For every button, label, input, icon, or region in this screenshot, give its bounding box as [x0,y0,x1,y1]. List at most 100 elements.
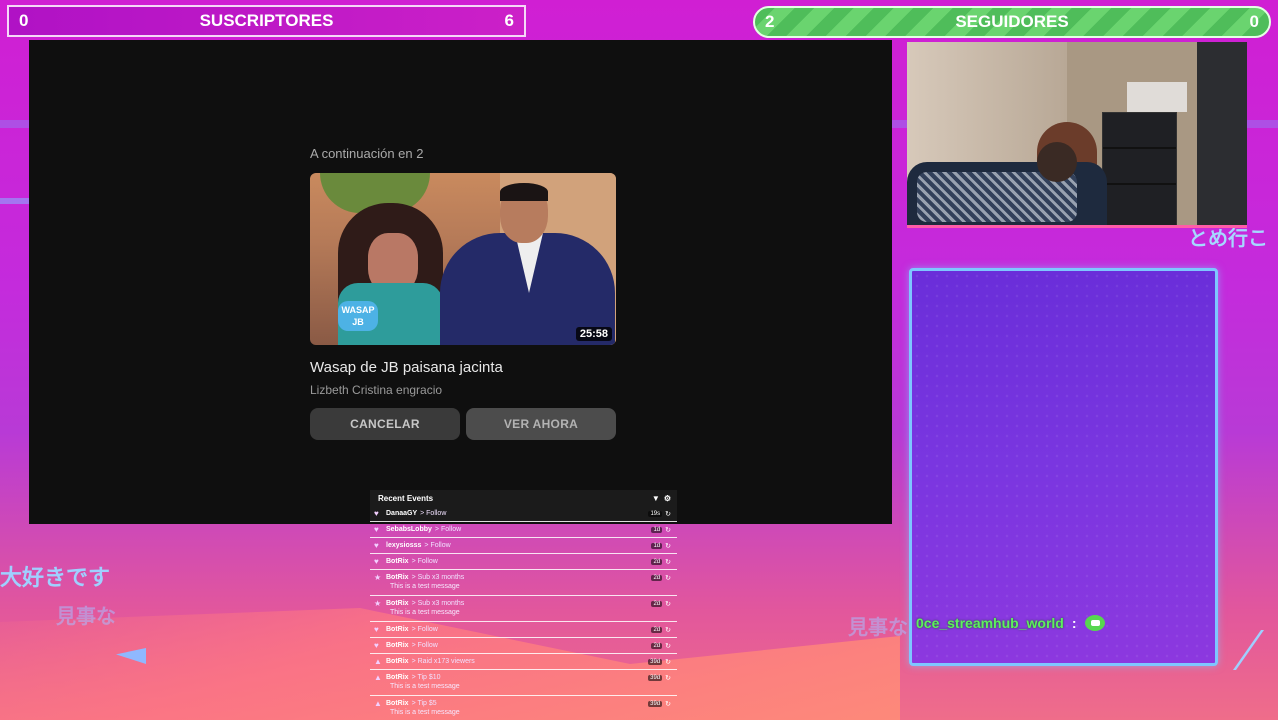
heart-icon: ♥ [374,541,379,550]
replay-icon[interactable]: ↻ [665,658,671,666]
event-username: lexysiosss [386,542,422,549]
event-message: This is a test message [390,583,460,590]
background-stripe-small [0,198,30,204]
event-line: ♥ BotRix > Follow 2d ↻ [374,624,671,635]
next-video-channel[interactable]: Lizbeth Cristina engracio [310,383,616,397]
video-duration: 25:58 [575,327,612,341]
event-controls: 39d ↻ [648,700,671,708]
event-action: > Tip $10 [411,674,441,681]
up-next-countdown: A continuación en 2 [310,146,424,161]
event-row: ♥ BotRix > Follow 2d ↻ [370,622,677,638]
heart-icon: ♥ [374,525,379,534]
event-line: ★ BotRix > Sub x3 months 2d ↻ [374,572,671,583]
event-type-icon: ▲ [374,673,382,682]
replay-icon[interactable]: ↻ [665,558,671,566]
event-line: ▲ BotRix > Tip $5 39d ↻ [374,698,671,709]
event-type-icon: ▲ [374,657,382,666]
webcam-dresser-drawer [1103,149,1176,185]
event-username: BotRix [386,600,409,607]
heart-icon: ♥ [374,625,379,634]
chat-message: 0ce_streamhub_world : [916,615,1105,631]
event-action: > Follow [411,558,438,565]
heart-icon: ♥ [374,557,379,566]
event-action: > Tip $5 [411,700,437,707]
event-row: ♥ DanaaGY > Follow 19s ↻ [370,506,677,522]
event-time: 39d [648,674,663,681]
watch-now-button[interactable]: VER AHORA [466,408,616,440]
event-action: > Follow [411,626,438,633]
event-username: BotRix [386,626,409,633]
webcam-dresser [1102,112,1177,225]
event-controls: 1d ↻ [651,542,671,550]
cancel-button[interactable]: CANCELAR [310,408,460,440]
replay-icon[interactable]: ↻ [665,600,671,608]
chat-background-pattern [912,271,1215,663]
video-thumbnail[interactable]: WASAP JB 25:58 [310,173,616,345]
recent-events-header: Recent Events ▼ ⚙ [370,490,677,506]
subscribers-label: SUSCRIPTORES [199,11,334,30]
event-time: 2d [651,558,663,565]
webcam-shelf [1127,82,1187,112]
event-action: > Follow [434,526,462,533]
gear-icon[interactable]: ⚙ [664,494,671,503]
show-logo: WASAP JB [338,301,378,331]
followers-current-count: 2 [765,12,775,31]
followers-label: SEGUIDORES [955,12,1069,31]
event-controls: 19s ↻ [648,510,671,518]
thumbnail-man-hair [500,183,548,201]
event-controls: 39d ↻ [648,674,671,682]
event-message: This is a test message [390,683,460,690]
replay-icon[interactable]: ↻ [665,542,671,550]
event-time: 2d [651,626,663,633]
event-row: ♥ BotRix > Follow 2d ↻ [370,638,677,654]
event-username: BotRix [386,642,409,649]
event-line: ▲ BotRix > Raid x173 viewers 39d ↻ [374,656,671,667]
event-action: > Follow [411,642,438,649]
event-line: ♥ SebabsLobby > Follow 1d ↻ [374,524,671,535]
event-line: ♥ DanaaGY > Follow 19s ↻ [374,508,671,519]
event-type-icon: ▲ [374,699,382,708]
event-row: ★ BotRix > Sub x3 months 2d ↻ This is a test … [370,570,677,596]
event-username: SebabsLobby [386,526,432,533]
event-action: > Follow [424,542,451,549]
event-username: BotRix [386,558,409,565]
replay-icon[interactable]: ↻ [665,674,671,682]
event-row: ▲ BotRix > Tip $10 39d ↻ This is a test messa… [370,670,677,696]
event-action: > Follow [420,510,447,517]
event-row: ♥ lexysiosss > Follow 1d ↻ [370,538,677,554]
replay-icon[interactable]: ↻ [665,526,671,534]
recent-events-widget: Recent Events ▼ ⚙ ♥ DanaaGY > Follow 19s ↻ ♥ S… [370,490,677,720]
replay-icon[interactable]: ↻ [665,642,671,650]
event-controls: 2d ↻ [651,600,671,608]
event-controls: 2d ↻ [651,642,671,650]
event-time: 19s [648,510,663,517]
subscribers-goal-bar: 0 SUSCRIPTORES 6 [7,5,526,37]
filter-icon[interactable]: ▼ [652,494,660,503]
replay-icon[interactable]: ↻ [665,574,671,582]
heart-icon: ♥ [374,641,379,650]
decor-japanese-text: 大好きです [0,566,111,591]
webcam-feed [907,42,1247,228]
event-line: ★ BotRix > Sub x3 months 2d ↻ [374,598,671,609]
event-time: 1d [651,542,663,549]
video-player[interactable]: A continuación en 2 WASAP JB 25:58 Wasap… [29,40,892,524]
event-username: BotRix [386,674,409,681]
event-row: ★ BotRix > Sub x3 months 2d ↻ This is a test … [370,596,677,622]
chat-username[interactable]: 0ce_streamhub_world [916,615,1064,631]
webcam-dresser-drawer [1103,113,1176,149]
event-controls: 2d ↻ [651,626,671,634]
event-username: DanaaGY [386,510,418,517]
next-video-title[interactable]: Wasap de JB paisana jacinta [310,359,616,376]
event-username: BotRix [386,574,409,581]
event-controls: 1d ↻ [651,526,671,534]
replay-icon[interactable]: ↻ [665,510,671,518]
event-action: > Sub x3 months [411,574,465,581]
replay-icon[interactable]: ↻ [665,700,671,708]
event-row: ▲ BotRix > Tip $5 39d ↻ This is a test messag… [370,696,677,720]
event-row: ♥ BotRix > Follow 2d ↻ [370,554,677,570]
event-action: > Sub x3 months [411,600,465,607]
webcam-person [1037,142,1077,182]
replay-icon[interactable]: ↻ [665,626,671,634]
recent-events-title: Recent Events [378,493,434,503]
event-time: 2d [651,642,663,649]
